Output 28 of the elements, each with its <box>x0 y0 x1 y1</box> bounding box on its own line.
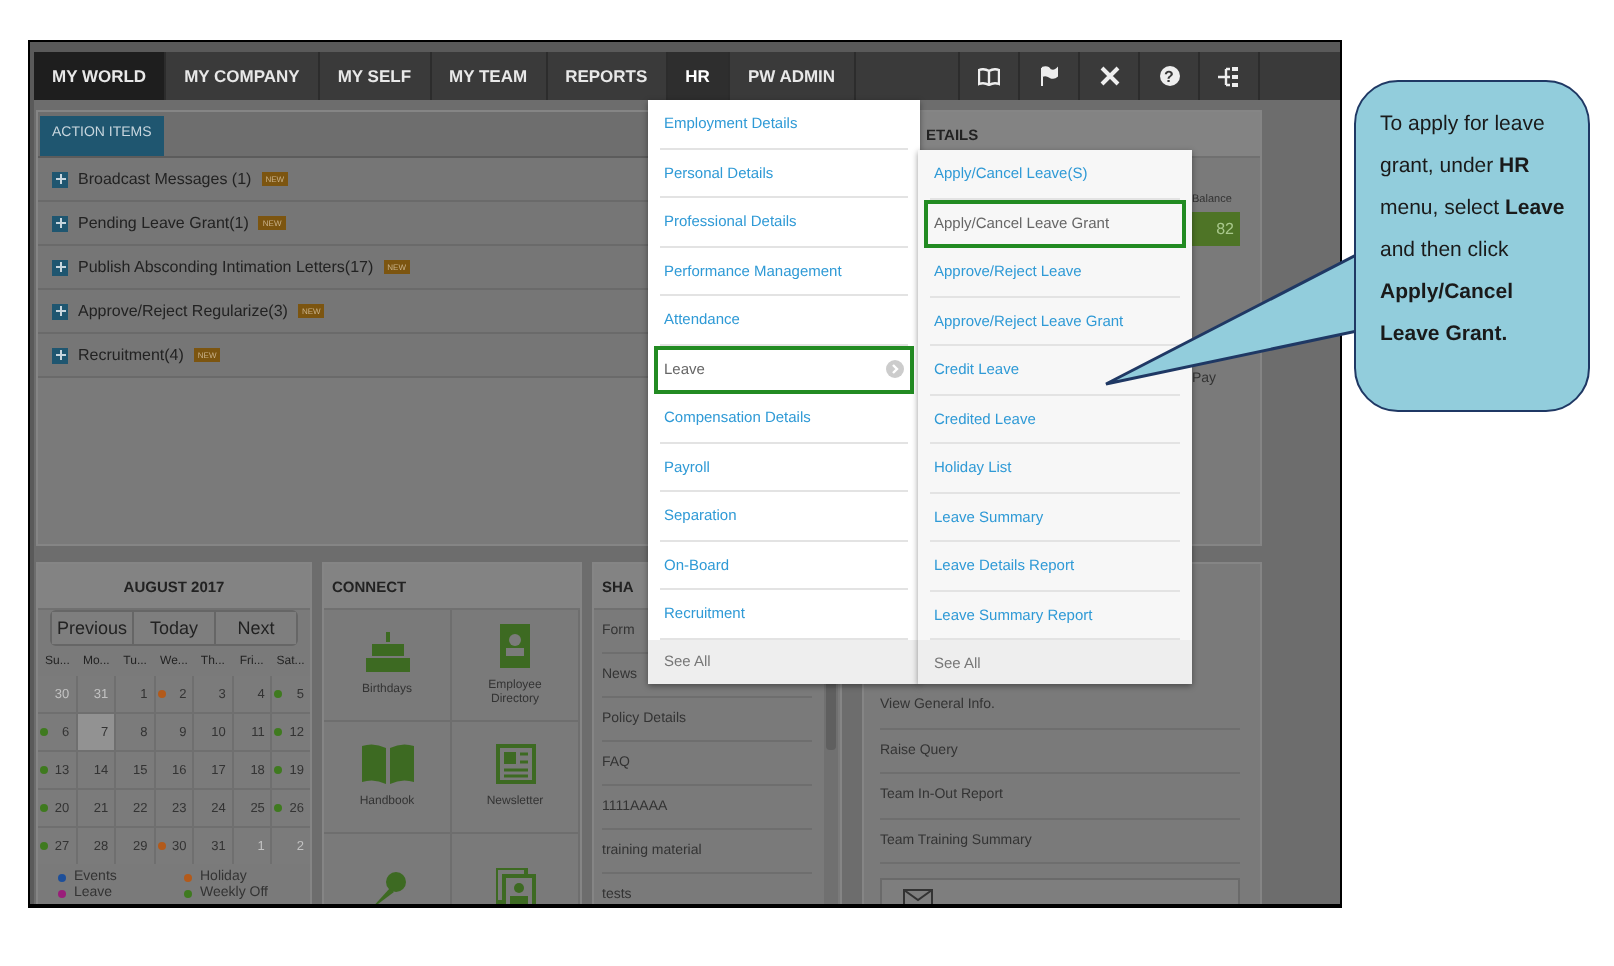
callout-text: To apply for leave grant, under HR menu, select Leave and then click Apply/Cancel Leave Grant. <box>1380 110 1567 350</box>
book-icon <box>361 744 413 785</box>
address-book-icon <box>499 623 531 668</box>
expand-plus-icon[interactable] <box>52 259 68 275</box>
expand-plus-icon[interactable] <box>52 347 68 363</box>
expand-plus-icon[interactable] <box>52 171 68 187</box>
help-icon[interactable]: ? <box>1159 66 1179 86</box>
action-item-label: Recruitment(4) <box>78 346 184 364</box>
cake-icon <box>365 632 409 673</box>
action-item-label: Broadcast Messages (1) <box>78 170 252 188</box>
expand-plus-icon[interactable] <box>52 303 68 319</box>
flag-icon[interactable] <box>1040 66 1058 86</box>
balance-value: 82 <box>1192 212 1240 246</box>
calendar-nav-button[interactable]: Previous <box>52 612 134 644</box>
calendar-nav-button[interactable]: Today <box>134 612 216 644</box>
tools-icon[interactable] <box>1099 66 1119 86</box>
nav-tab[interactable]: MY WORLD <box>34 52 167 100</box>
book-icon[interactable] <box>978 67 1000 85</box>
expand-plus-icon[interactable] <box>52 215 68 231</box>
action-item-label: Pending Leave Grant(1) <box>78 214 249 232</box>
envelope-icon <box>902 888 934 904</box>
nav-tab[interactable]: HR <box>667 52 730 100</box>
newspaper-icon <box>495 744 535 785</box>
sitemap-icon[interactable] <box>1218 65 1240 87</box>
action-item-label: Approve/Reject Regularize(3) <box>78 302 288 320</box>
action-item-label: Publish Absconding Intimation Letters(17) <box>78 258 374 276</box>
submenu-arrow-icon <box>886 360 904 379</box>
calendar-nav-button[interactable]: Next <box>216 612 296 644</box>
